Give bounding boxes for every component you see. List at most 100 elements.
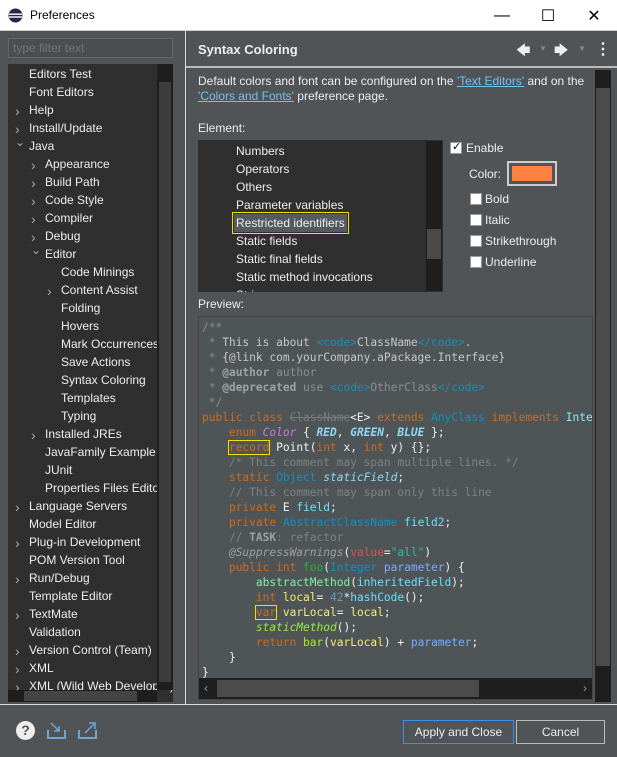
tree-item[interactable]: Java: [29, 137, 54, 155]
tree-item[interactable]: Compiler: [45, 209, 93, 227]
chevron-right-icon[interactable]: ›: [31, 175, 36, 191]
tree-item[interactable]: Templates: [61, 389, 116, 407]
element-list-item[interactable]: Static final fields: [236, 250, 323, 268]
preview-horizontal-scrollbar[interactable]: ‹ ›: [199, 678, 592, 699]
element-list[interactable]: Numbers Operators Others Parameter variable…: [198, 140, 443, 292]
tree-item[interactable]: Editor: [45, 245, 76, 263]
back-arrow-icon[interactable]: 🡄: [516, 40, 530, 64]
tree-item[interactable]: Template Editor: [29, 587, 112, 605]
minimize-button[interactable]: —: [479, 0, 525, 31]
export-icon[interactable]: [77, 721, 99, 741]
code-preview[interactable]: /** * This is about <code>ClassName</cod…: [198, 316, 593, 700]
tree-item[interactable]: Hovers: [61, 317, 99, 335]
underline-checkbox[interactable]: [470, 256, 482, 268]
element-list-item[interactable]: Others: [236, 178, 272, 196]
tree-item[interactable]: Properties Files Editor: [45, 479, 163, 497]
code-token: : refactor: [276, 531, 344, 544]
tree-item[interactable]: JUnit: [45, 461, 72, 479]
code-token: public int: [228, 561, 304, 574]
tree-item[interactable]: Typing: [61, 407, 96, 425]
tree-item[interactable]: JavaFamily Example: [45, 443, 156, 461]
element-list-item[interactable]: Restricted identifiers: [232, 212, 349, 234]
bold-checkbox[interactable]: [470, 193, 482, 205]
chevron-right-icon[interactable]: ›: [15, 535, 20, 551]
text-editors-link[interactable]: 'Text Editors': [457, 74, 524, 88]
cancel-button[interactable]: Cancel: [516, 720, 605, 744]
sash-divider[interactable]: [185, 31, 186, 705]
view-menu-icon[interactable]: ⋮: [595, 39, 611, 59]
chevron-right-icon[interactable]: ›: [31, 211, 36, 227]
tree-item[interactable]: Code Minings: [61, 263, 134, 281]
tree-item[interactable]: Folding: [61, 299, 100, 317]
filter-input[interactable]: [8, 38, 173, 58]
chevron-right-icon[interactable]: ›: [31, 157, 36, 173]
code-token: ;: [330, 501, 337, 514]
chevron-right-icon[interactable]: ›: [15, 499, 20, 515]
chevron-right-icon[interactable]: ›: [15, 643, 20, 659]
chevron-down-icon[interactable]: ⌄: [15, 135, 25, 149]
code-token: "all": [390, 546, 425, 559]
page-vertical-scrollbar[interactable]: [595, 70, 611, 702]
tree-item[interactable]: Mark Occurrences: [61, 335, 159, 353]
apply-and-close-button[interactable]: Apply and Close: [403, 720, 514, 744]
maximize-button[interactable]: ☐: [525, 0, 571, 31]
tree-item[interactable]: Editors Test: [29, 65, 91, 83]
strikethrough-checkbox[interactable]: [470, 235, 482, 247]
help-icon[interactable]: ?: [16, 721, 35, 740]
chevron-right-icon[interactable]: ›: [15, 661, 20, 677]
tree-item[interactable]: Validation: [29, 623, 81, 641]
tree-item[interactable]: Save Actions: [61, 353, 130, 371]
code-token: parameter: [410, 636, 472, 649]
chevron-right-icon[interactable]: ›: [47, 283, 52, 299]
tree-item[interactable]: Font Editors: [29, 83, 94, 101]
tree-horizontal-scrollbar[interactable]: [8, 690, 157, 702]
enable-checkbox[interactable]: ✓: [450, 141, 462, 154]
preference-tree: Editors Test Font Editors Help › Install/Upd…: [8, 64, 173, 702]
chevron-right-icon[interactable]: ›: [15, 571, 20, 587]
tree-item[interactable]: Debug: [45, 227, 80, 245]
tree-vertical-scrollbar[interactable]: [157, 64, 173, 690]
tree-item[interactable]: Model Editor: [29, 515, 96, 533]
chevron-down-icon[interactable]: ⌄: [31, 243, 41, 257]
tree-item[interactable]: Install/Update: [29, 119, 102, 137]
colors-and-fonts-link[interactable]: 'Colors and Fonts': [198, 89, 294, 103]
tree-item[interactable]: Version Control (Team): [29, 641, 152, 659]
tree-item[interactable]: POM Version Tool: [29, 551, 125, 569]
chevron-right-icon[interactable]: ›: [15, 607, 20, 623]
tree-item[interactable]: Syntax Coloring: [61, 371, 146, 389]
close-button[interactable]: ✕: [571, 0, 617, 31]
back-dropdown-icon[interactable]: ▼: [539, 44, 547, 53]
tree-item[interactable]: Build Path: [45, 173, 100, 191]
code-line: * @author author: [202, 365, 317, 380]
element-list-item[interactable]: Static fields: [236, 232, 297, 250]
element-list-scrollbar[interactable]: [426, 141, 442, 291]
import-icon[interactable]: [46, 721, 68, 741]
forward-arrow-icon[interactable]: 🡆: [554, 40, 568, 64]
forward-dropdown-icon[interactable]: ▼: [578, 44, 586, 53]
color-swatch: [512, 166, 552, 181]
element-list-item[interactable]: Static method invocations: [236, 268, 373, 286]
tree-item[interactable]: Plug-in Development: [29, 533, 140, 551]
tree-item[interactable]: Installed JREs: [45, 425, 122, 443]
tree-item[interactable]: Run/Debug: [29, 569, 90, 587]
element-list-item[interactable]: Strings: [236, 286, 273, 292]
color-picker-button[interactable]: [507, 161, 557, 186]
tree-item[interactable]: TextMate: [29, 605, 78, 623]
element-list-item[interactable]: Operators: [236, 160, 289, 178]
tree-item[interactable]: XML: [29, 659, 54, 677]
chevron-right-icon[interactable]: ›: [15, 103, 20, 119]
element-list-item[interactable]: Numbers: [236, 142, 285, 160]
code-line: public class ClassName<E> extends AnyCla…: [202, 410, 592, 425]
chevron-right-icon[interactable]: ›: [31, 193, 36, 209]
tree-item[interactable]: Language Servers: [29, 497, 127, 515]
tree-item[interactable]: Code Style: [45, 191, 104, 209]
tree-item[interactable]: Appearance: [45, 155, 110, 173]
tree-item[interactable]: Content Assist: [61, 281, 138, 299]
element-list-item[interactable]: Parameter variables: [236, 196, 343, 214]
chevron-right-icon[interactable]: ›: [31, 427, 36, 443]
code-token: ;: [383, 606, 391, 619]
code-token: TASK: [249, 531, 277, 544]
tree-item[interactable]: Help: [29, 101, 54, 119]
code-token: @author: [222, 366, 270, 379]
italic-checkbox[interactable]: [470, 214, 482, 226]
